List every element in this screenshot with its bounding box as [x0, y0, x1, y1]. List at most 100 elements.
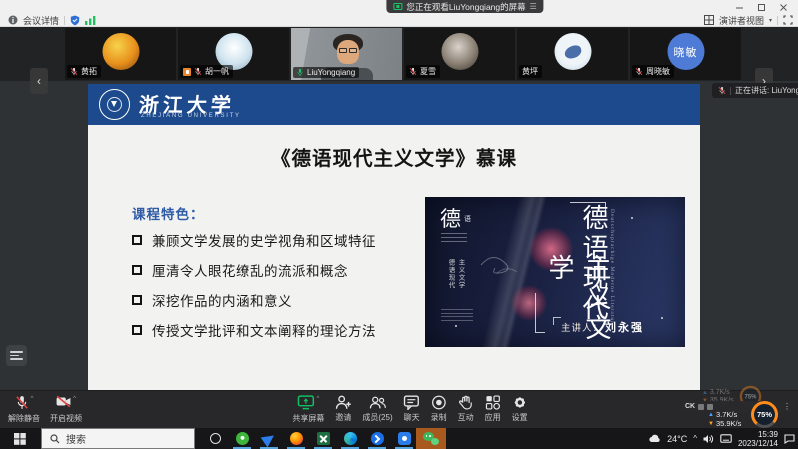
minimize-button[interactable] [728, 0, 750, 14]
netdisk-icon [398, 432, 411, 445]
taskbar-app-edge[interactable] [337, 428, 363, 449]
maximize-button[interactable] [750, 0, 772, 14]
participant-name-badge: 周晓敏 [632, 65, 674, 78]
monitor-mini-icon[interactable] [707, 404, 713, 410]
chevron-down-icon[interactable]: ▾ [769, 17, 772, 24]
close-button[interactable] [772, 0, 794, 14]
cortana-button[interactable] [202, 428, 228, 449]
bullet-item: 深挖作品的内涵和意义 [132, 290, 292, 310]
participant-tile[interactable]: 黄拓 [65, 28, 176, 80]
paper-plane-icon [261, 430, 278, 447]
fullscreen-icon[interactable] [783, 15, 793, 25]
tray-clock[interactable]: 15:39 2023/12/14 [738, 430, 778, 448]
mic-muted-icon [409, 67, 417, 76]
wechat-icon [423, 432, 439, 445]
weather-cloud-icon[interactable] [649, 434, 661, 443]
invite-button[interactable]: 邀请 [335, 395, 351, 424]
start-button[interactable] [0, 428, 40, 449]
interaction-button[interactable]: 互动 [458, 395, 474, 424]
camera-off-icon [56, 395, 71, 408]
taskbar-app-excel[interactable] [310, 428, 336, 449]
participant-tile[interactable]: 晓敏 周晓敏 [630, 28, 741, 80]
start-video-button[interactable]: ^ 开启视频 [50, 395, 82, 424]
security-shield-icon[interactable] [70, 15, 80, 26]
monitor-mini-icon[interactable] [698, 404, 704, 410]
excel-icon [317, 432, 330, 445]
record-icon [431, 395, 446, 410]
participant-tile[interactable]: 黄坪 [517, 28, 628, 80]
layout-grid-icon [704, 15, 714, 25]
shared-screen-area: 浙江大学 ZHEJIANG UNIVERSITY 《德语现代主义文学》慕课 课程… [0, 81, 798, 390]
unmute-button[interactable]: ^ 解除静音 [8, 395, 40, 424]
upload-icon: ▲ [708, 411, 714, 420]
divider [777, 16, 778, 25]
taskbar-app-wechat-active[interactable] [416, 428, 446, 449]
av-controls: ^ 解除静音 ^ 开启视频 [8, 395, 82, 424]
participant-tile-active-video[interactable]: LiuYongqiang [291, 28, 402, 80]
mic-muted-icon [194, 67, 202, 76]
banner-menu-icon[interactable]: ☰ [530, 2, 537, 11]
presenter-list-button[interactable] [6, 345, 27, 366]
mic-options-caret[interactable]: ^ [31, 395, 34, 403]
participant-name-badge: 黄坪 [519, 65, 542, 78]
camera-options-caret[interactable]: ^ [73, 395, 76, 403]
tray-date: 2023/12/14 [738, 439, 778, 448]
taskbar-app-firefox[interactable] [283, 428, 309, 449]
tray-temperature[interactable]: 24°C [667, 434, 687, 444]
monitor-more-icon[interactable]: ⋮ [783, 402, 791, 411]
poster-german-subtitle: Deutschsprachige Moderne Literatur [609, 209, 615, 324]
view-mode-group: 演讲者视图 ▾ [704, 14, 793, 26]
system-tray: 24°C ^ 15:39 2023/12/14 [649, 428, 795, 449]
taskbar-search-input[interactable]: 搜索 [41, 428, 195, 449]
university-logo-icon [99, 89, 130, 120]
divider [64, 16, 65, 25]
windows-logo-icon [14, 433, 26, 445]
taskbar-app-thunder[interactable] [364, 428, 390, 449]
features-heading: 课程特色： [132, 203, 205, 223]
bullet-checkbox-icon [132, 235, 142, 245]
windows-taskbar: 搜索 24°C ^ 15:39 2023/12/14 [0, 428, 798, 449]
members-button[interactable]: 成员(25) [362, 395, 392, 424]
toolbar-center: ^ 共享屏幕 邀请 成员(25) 聊天 录制 互动 [292, 395, 527, 424]
bullet-item: 兼顾文学发展的史学视角和区域特征 [132, 230, 376, 250]
taskbar-app-browser360[interactable] [229, 428, 255, 449]
chat-button[interactable]: 聊天 [404, 395, 420, 424]
participant-tile[interactable]: 夏雪 [404, 28, 515, 80]
cloud-scroll-ornament [477, 245, 535, 281]
poster-big-char: 德 [440, 203, 461, 233]
search-icon [50, 434, 60, 444]
participant-name-badge: LiuYongqiang [293, 67, 359, 78]
presentation-slide: 浙江大学 ZHEJIANG UNIVERSITY 《德语现代主义文学》慕课 课程… [88, 84, 700, 390]
poster-side-text: 德语现代 [445, 259, 455, 289]
participant-name-badge: 胡一帆 [180, 65, 233, 78]
browser360-icon [236, 432, 249, 445]
meeting-menubar: 会议详情 演讲者视图 ▾ [0, 14, 798, 27]
taskbar-app-netdisk[interactable] [391, 428, 417, 449]
device-icon[interactable] [720, 434, 732, 443]
cortana-icon [210, 433, 221, 444]
screen-share-banner-text: 您正在观看LiuYongqiang的屏幕 [406, 1, 525, 13]
monitor-percent-value: 75% [757, 410, 772, 419]
search-placeholder: 搜索 [66, 431, 86, 446]
apps-button[interactable]: 应用 [485, 395, 501, 424]
bullet-item: 传授文学批评和文本阐释的理论方法 [132, 320, 376, 340]
settings-button[interactable]: 设置 [512, 395, 528, 424]
network-signal-icon[interactable] [85, 15, 96, 25]
hand-raised-icon [183, 68, 191, 76]
share-screen-button[interactable]: ^ 共享屏幕 [292, 395, 324, 424]
meeting-info-label[interactable]: 会议详情 [23, 14, 59, 27]
view-mode-label[interactable]: 演讲者视图 [719, 14, 764, 27]
screen-share-banner[interactable]: 您正在观看LiuYongqiang的屏幕 ☰ [386, 0, 543, 13]
record-button[interactable]: 录制 [431, 395, 447, 424]
participant-tile[interactable]: 胡一帆 [178, 28, 289, 80]
mic-icon [718, 86, 726, 95]
speaker-icon[interactable] [703, 434, 714, 444]
tray-overflow-caret[interactable]: ^ [693, 434, 697, 443]
poster-small-char: 语 [464, 214, 471, 224]
taskbar-app-docs[interactable] [256, 428, 282, 449]
action-center-icon[interactable] [784, 434, 795, 444]
monitor-percent-gauge[interactable]: 75% [751, 401, 778, 428]
filmstrip-prev-button[interactable]: ‹ [30, 68, 48, 94]
speaking-indicator-text: 正在讲话: LiuYongq [735, 85, 798, 96]
share-options-caret[interactable]: ^ [316, 395, 319, 403]
